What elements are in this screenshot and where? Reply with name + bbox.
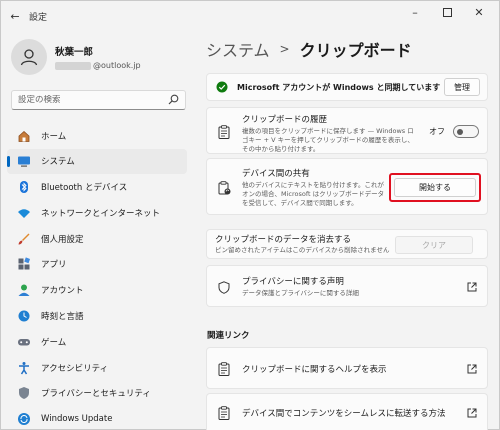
window-controls: – ✕ [399,1,495,23]
sync-status-text: Microsoft アカウントが Windows と同期しています [237,82,441,92]
user-profile[interactable]: 秋葉一郎 @outlook.jp [11,39,141,75]
apps-icon [17,257,31,271]
sidebar-item-label: ゲーム [41,337,67,348]
related-link-help[interactable]: クリップボードに関するヘルプを表示 [206,347,488,389]
clear-button[interactable]: クリア [395,236,473,254]
sidebar-item-label: アクセシビリティ [41,363,109,374]
title-bar: ← 設定 – ✕ [1,1,499,31]
shield-outline-icon [217,280,231,294]
sidebar-item-label: アプリ [41,260,67,271]
sync-status-card: Microsoft アカウントが Windows と同期しています 管理 [206,73,488,101]
time-language-icon [17,309,31,323]
maximize-icon[interactable] [431,1,463,23]
account-icon [17,283,31,297]
profile-email: @outlook.jp [55,61,141,70]
accessibility-icon [17,361,31,375]
update-icon [17,412,31,426]
search-icon[interactable] [168,94,179,108]
bluetooth-icon [17,180,31,194]
sidebar-item-apps[interactable]: アプリ [7,252,187,277]
start-button[interactable]: 開始する [394,178,476,197]
sidebar-item-label: Windows Update [41,414,113,425]
sidebar-item-time-language[interactable]: 時刻と言語 [7,304,187,329]
clipboard-icon [217,125,231,139]
page-title: クリップボード [299,41,412,60]
sidebar-item-label: Bluetooth とデバイス [41,183,128,194]
sidebar-item-bluetooth[interactable]: Bluetooth とデバイス [7,175,187,200]
sidebar-item-personalization[interactable]: 個人用設定 [7,226,187,251]
sidebar-item-label: ネットワークとインターネット [41,208,161,219]
system-icon [17,154,31,168]
sidebar-item-accounts[interactable]: アカウント [7,278,187,303]
sidebar-item-accessibility[interactable]: アクセシビリティ [7,355,187,380]
sidebar-item-home[interactable]: ホーム [7,123,187,148]
sidebar-nav: ホーム システム Bluetooth とデバイス ネットワークとインターネット … [7,123,187,430]
external-link-icon[interactable] [467,282,477,292]
sidebar-item-label: プライバシーとセキュリティ [41,389,151,400]
clipboard-history-toggle[interactable] [453,125,479,138]
brush-icon [17,232,31,246]
sidebar-item-windows-update[interactable]: Windows Update [7,407,187,430]
gamepad-icon [17,335,31,349]
avatar [11,39,47,75]
check-circle-icon [215,80,229,94]
clear-clipboard-desc: ピン留めされたアイテムはこのデバイスから削除されません [215,246,390,254]
clear-clipboard-title: クリップボードのデータを消去する [215,235,352,245]
privacy-statement-card[interactable]: プライバシーに関する声明 データ保護とプライバシーに関する詳細 [206,265,488,307]
related-link-label: デバイス間でコンテンツをシームレスに転送する方法 [242,409,446,419]
breadcrumb: システム > クリップボード [206,37,412,61]
clipboard-sync-icon [217,181,231,195]
related-link-label: クリップボードに関するヘルプを表示 [242,365,387,375]
sidebar-item-gaming[interactable]: ゲーム [7,329,187,354]
clipboard-history-card: クリップボードの履歴 複数の項目をクリップボードに保存します — Windows… [206,107,488,154]
back-arrow-icon[interactable]: ← [1,1,29,31]
related-link-transfer[interactable]: デバイス間でコンテンツをシームレスに転送する方法 [206,393,488,430]
sidebar-item-label: 個人用設定 [41,234,84,245]
sidebar-item-label: アカウント [41,286,84,297]
settings-window: ← 設定 – ✕ 秋葉一郎 @outlook.jp 設定の検索 ホーム システム… [0,0,500,430]
redacted-email-part [55,61,91,70]
clipboard-history-desc: 複数の項目をクリップボードに保存します — Windows ロゴキー + V キ… [242,127,414,153]
sidebar-item-system[interactable]: システム [7,148,187,174]
clipboard-icon [217,362,231,376]
cross-device-share-title: デバイス間の共有 [242,169,310,179]
manage-button[interactable]: 管理 [444,78,480,96]
settings-search[interactable] [11,90,186,110]
breadcrumb-separator: > [279,42,290,56]
privacy-statement-desc: データ保護とプライバシーに関する詳細 [242,289,359,297]
clipboard-icon [217,406,231,420]
related-links-heading: 関連リンク [207,331,250,341]
profile-name: 秋葉一郎 [55,47,94,58]
shield-icon [17,386,31,400]
person-icon [20,49,38,66]
clipboard-history-title: クリップボードの履歴 [242,115,328,125]
cross-device-share-card: デバイス間の共有 他のデバイスにテキストを貼り付けます。これがオンの場合、Mic… [206,158,488,215]
breadcrumb-parent[interactable]: システム [206,37,270,61]
profile-email-domain: @outlook.jp [93,61,141,70]
cross-device-share-desc: 他のデバイスにテキストを貼り付けます。これがオンの場合、Microsoft はク… [242,181,385,207]
minimize-icon[interactable]: – [399,1,431,23]
external-link-icon[interactable] [467,408,477,418]
external-link-icon[interactable] [467,364,477,374]
search-input[interactable] [18,95,168,105]
sidebar-item-label: システム [41,157,75,168]
window-title: 設定 [29,12,48,23]
sidebar-item-network[interactable]: ネットワークとインターネット [7,200,187,225]
clear-clipboard-card: クリップボードのデータを消去する ピン留めされたアイテムはこのデバイスから削除さ… [206,229,488,259]
privacy-statement-title: プライバシーに関する声明 [242,277,344,287]
sidebar-item-label: 時刻と言語 [41,312,84,323]
sidebar-item-privacy-security[interactable]: プライバシーとセキュリティ [7,381,187,406]
toggle-state-label: オフ [429,127,445,136]
network-icon [17,206,31,220]
home-icon [17,129,31,143]
close-icon[interactable]: ✕ [463,1,495,23]
sidebar-item-label: ホーム [41,131,67,142]
